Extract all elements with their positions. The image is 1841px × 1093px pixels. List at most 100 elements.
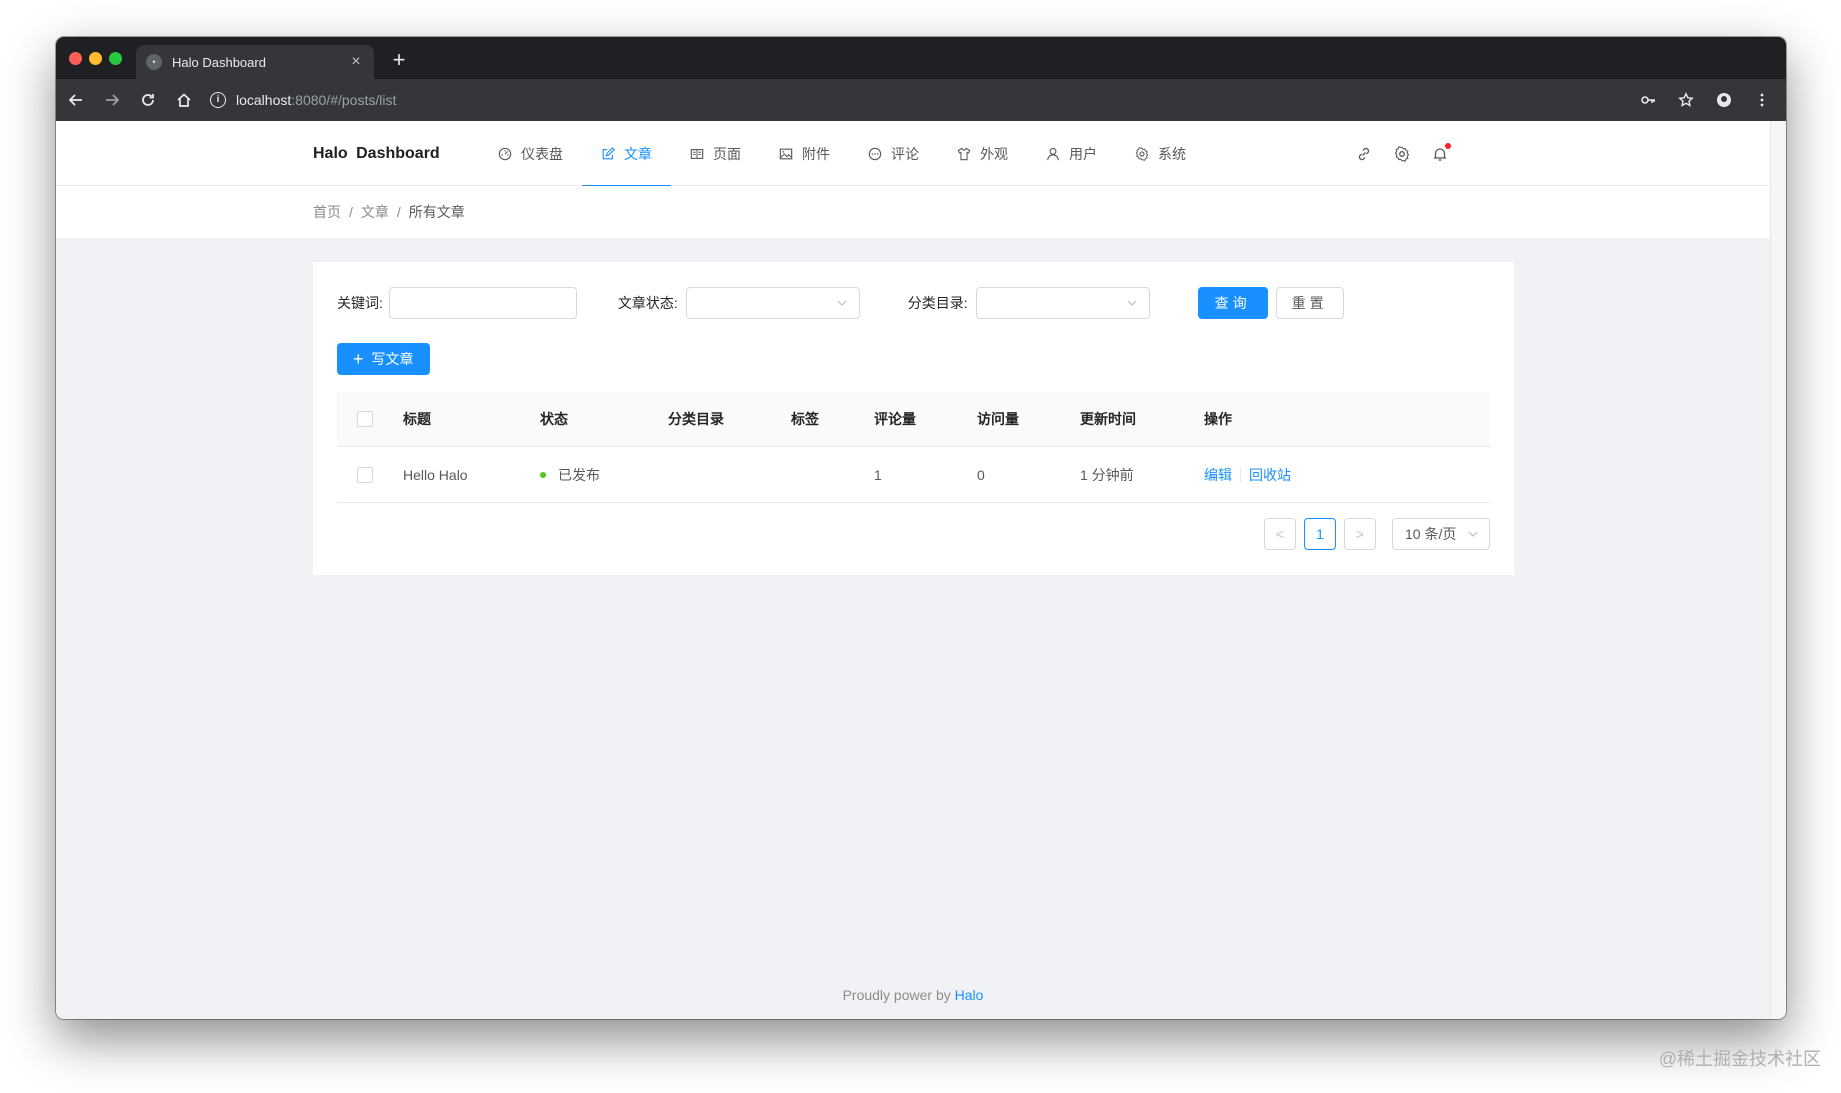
- avatar-icon: [1717, 93, 1731, 107]
- app-footer: Proudly power by Halo: [56, 987, 1770, 1003]
- chevron-down-icon: [1468, 531, 1478, 537]
- table-header: 标题 状态 分类目录 标签 评论量 访问量 更新时间 操作: [337, 392, 1490, 447]
- page-1-button[interactable]: 1: [1304, 518, 1336, 550]
- watermark: @稀土掘金技术社区: [1658, 1049, 1821, 1069]
- menu-item-system[interactable]: 系统: [1116, 121, 1205, 186]
- footer-halo-link[interactable]: Halo: [955, 987, 984, 1003]
- write-post-label: 写文章: [371, 351, 414, 367]
- minimize-window-button[interactable]: [89, 52, 102, 65]
- menu-item-label: 评论: [891, 145, 919, 162]
- breadcrumb-home[interactable]: 首页: [313, 204, 341, 220]
- tab-bar: • Halo Dashboard × +: [56, 37, 1786, 79]
- query-button[interactable]: 查询: [1197, 287, 1268, 319]
- setting-icon[interactable]: [1394, 145, 1410, 162]
- menu-item-users[interactable]: 用户: [1027, 121, 1116, 186]
- arrow-left-icon: [68, 94, 82, 106]
- status-label: 文章状态:: [617, 295, 678, 311]
- breadcrumb-current: 所有文章: [408, 204, 465, 220]
- menu-item-label: 系统: [1158, 145, 1186, 162]
- filter-row: 关键词: 文章状态: 分类目录: 查询 重置: [337, 287, 1344, 319]
- home-button[interactable]: [168, 84, 200, 116]
- column-comments: 评论量: [874, 411, 916, 427]
- browser-menu-button[interactable]: [1746, 84, 1778, 116]
- page-scrollbar[interactable]: [1770, 121, 1786, 1019]
- menu-item-label: 仪表盘: [521, 145, 563, 162]
- more-vertical-icon: [1760, 93, 1764, 107]
- posts-card: 关键词: 文章状态: 分类目录: 查询 重置 + 写文章 标题 状态 分类目录 …: [313, 262, 1514, 575]
- header-tools: [1356, 121, 1470, 186]
- menu-item-label: 页面: [713, 145, 741, 162]
- reload-icon: [142, 94, 154, 106]
- browser-window: • Halo Dashboard × + i localhost:8080/#/…: [56, 37, 1786, 1019]
- column-category: 分类目录: [668, 411, 724, 427]
- app-logo[interactable]: Halo Dashboard: [313, 121, 440, 186]
- toolbar-actions: [1626, 84, 1778, 116]
- menu-item-label: 外观: [980, 145, 1008, 162]
- post-title[interactable]: Hello Halo: [403, 447, 468, 502]
- app-content: Halo Dashboard 仪表盘 文章 页面 附件 评论 外观 用户 系统 …: [56, 121, 1770, 1019]
- next-page-button[interactable]: >: [1344, 518, 1376, 550]
- breadcrumb-bar: 首页 / 文章 / 所有文章: [56, 186, 1770, 238]
- user-icon: [1047, 147, 1059, 160]
- post-status: 已发布: [540, 447, 600, 502]
- notification-button[interactable]: [1432, 142, 1451, 162]
- favicon-icon: •: [146, 54, 162, 70]
- menu-item-attachments[interactable]: 附件: [760, 121, 849, 186]
- info-icon[interactable]: i: [210, 92, 226, 108]
- category-label: 分类目录:: [907, 295, 968, 311]
- picture-icon: [779, 148, 793, 159]
- action-divider: [1240, 467, 1241, 482]
- post-updated: 1 分钟前: [1080, 466, 1134, 483]
- forward-button[interactable]: [96, 84, 128, 116]
- menu-item-appearance[interactable]: 外观: [938, 121, 1027, 186]
- menu-item-posts[interactable]: 文章: [582, 121, 671, 187]
- pagination: < 1 > 10 条/页: [1256, 518, 1490, 550]
- menu-item-dashboard[interactable]: 仪表盘: [479, 121, 582, 186]
- home-icon: [177, 93, 191, 107]
- link-icon[interactable]: [1356, 146, 1372, 162]
- maximize-window-button[interactable]: [109, 52, 122, 65]
- breadcrumb: 首页 / 文章 / 所有文章: [313, 186, 465, 238]
- close-window-button[interactable]: [69, 52, 82, 65]
- menu-item-label: 文章: [624, 145, 652, 162]
- column-title: 标题: [403, 411, 431, 427]
- row-checkbox[interactable]: [357, 466, 373, 483]
- post-status-label: 已发布: [558, 466, 600, 483]
- write-post-button[interactable]: + 写文章: [337, 343, 430, 375]
- message-icon: [868, 147, 882, 160]
- status-select[interactable]: [685, 287, 860, 319]
- main-menu: 仪表盘 文章 页面 附件 评论 外观 用户 系统: [479, 121, 1205, 187]
- new-tab-button[interactable]: +: [386, 47, 412, 73]
- plus-icon: +: [353, 349, 364, 369]
- edit-link[interactable]: 编辑: [1204, 465, 1232, 485]
- menu-item-pages[interactable]: 页面: [671, 121, 760, 186]
- back-button[interactable]: [60, 84, 92, 116]
- recycle-link[interactable]: 回收站: [1249, 465, 1291, 485]
- page-size-select[interactable]: 10 条/页: [1392, 518, 1490, 550]
- prev-page-button[interactable]: <: [1264, 518, 1296, 550]
- breadcrumb-separator: /: [349, 204, 353, 220]
- post-actions: 编辑 回收站: [1204, 447, 1291, 502]
- menu-item-comments[interactable]: 评论: [849, 121, 938, 186]
- select-all-checkbox[interactable]: [357, 411, 373, 427]
- status-dot-icon: [540, 471, 546, 478]
- tab-title: Halo Dashboard: [172, 54, 266, 70]
- header-checkbox-cell: [357, 392, 373, 446]
- column-actions: 操作: [1204, 411, 1232, 427]
- browser-tab[interactable]: • Halo Dashboard ×: [136, 45, 374, 79]
- reload-button[interactable]: [132, 84, 164, 116]
- profile-button[interactable]: [1708, 84, 1740, 116]
- row-checkbox-cell: [357, 447, 373, 502]
- table-row: Hello Halo 已发布 1 0 1 分钟前 编辑 回收站: [337, 447, 1490, 503]
- tab-close-icon[interactable]: ×: [348, 53, 364, 71]
- reset-button[interactable]: 重置: [1275, 287, 1344, 319]
- address-bar[interactable]: i localhost:8080/#/posts/list: [210, 85, 1626, 115]
- notification-badge: [1445, 142, 1451, 149]
- breadcrumb-posts[interactable]: 文章: [361, 204, 389, 220]
- keyword-input[interactable]: [388, 287, 577, 319]
- menu-item-label: 附件: [802, 145, 830, 162]
- bookmark-button[interactable]: [1670, 84, 1702, 116]
- keyword-label: 关键词:: [337, 295, 383, 311]
- category-select[interactable]: [975, 287, 1150, 319]
- password-key-button[interactable]: [1632, 84, 1664, 116]
